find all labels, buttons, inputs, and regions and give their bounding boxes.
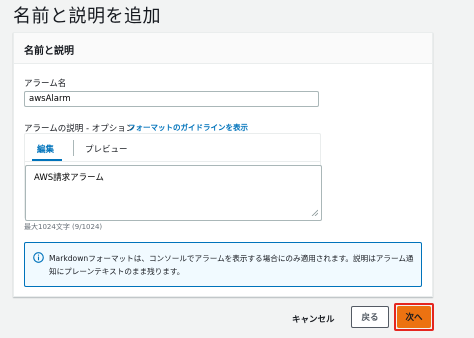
name-description-panel: 名前と説明 アラーム名 アラームの説明 - オプション フォーマットのガイドライ… — [13, 32, 433, 297]
description-editor: 編集 プレビュー AWS請求アラーム — [24, 133, 322, 221]
tab-preview[interactable]: プレビュー — [85, 143, 128, 155]
alarm-name-input[interactable] — [24, 91, 319, 107]
page-title: 名前と説明を追加 — [13, 6, 161, 27]
char-count: 最大1024文字 (9/1024) — [24, 223, 103, 231]
info-icon — [33, 252, 44, 263]
active-tab-indicator — [32, 159, 62, 161]
info-alert: Markdownフォーマットは、コンソールでアラームを表示する場合にのみ適用され… — [24, 242, 422, 287]
resize-grip-icon[interactable] — [311, 209, 318, 216]
tab-edit[interactable]: 編集 — [37, 143, 54, 155]
cancel-button[interactable]: キャンセル — [292, 313, 335, 325]
editor-tabs: 編集 プレビュー — [25, 134, 320, 162]
info-text: Markdownフォーマットは、コンソールでアラームを表示する場合にのみ適用され… — [49, 254, 414, 276]
next-button[interactable]: 次へ — [397, 306, 431, 328]
back-button[interactable]: 戻る — [351, 306, 389, 328]
panel-header — [14, 33, 432, 64]
description-textarea[interactable]: AWS請求アラーム — [25, 165, 322, 221]
tab-divider — [73, 140, 74, 156]
format-guideline-link[interactable]: フォーマットのガイドラインを表示 — [128, 122, 248, 133]
panel-title: 名前と説明 — [24, 46, 74, 57]
alarm-name-label: アラーム名 — [24, 79, 67, 89]
